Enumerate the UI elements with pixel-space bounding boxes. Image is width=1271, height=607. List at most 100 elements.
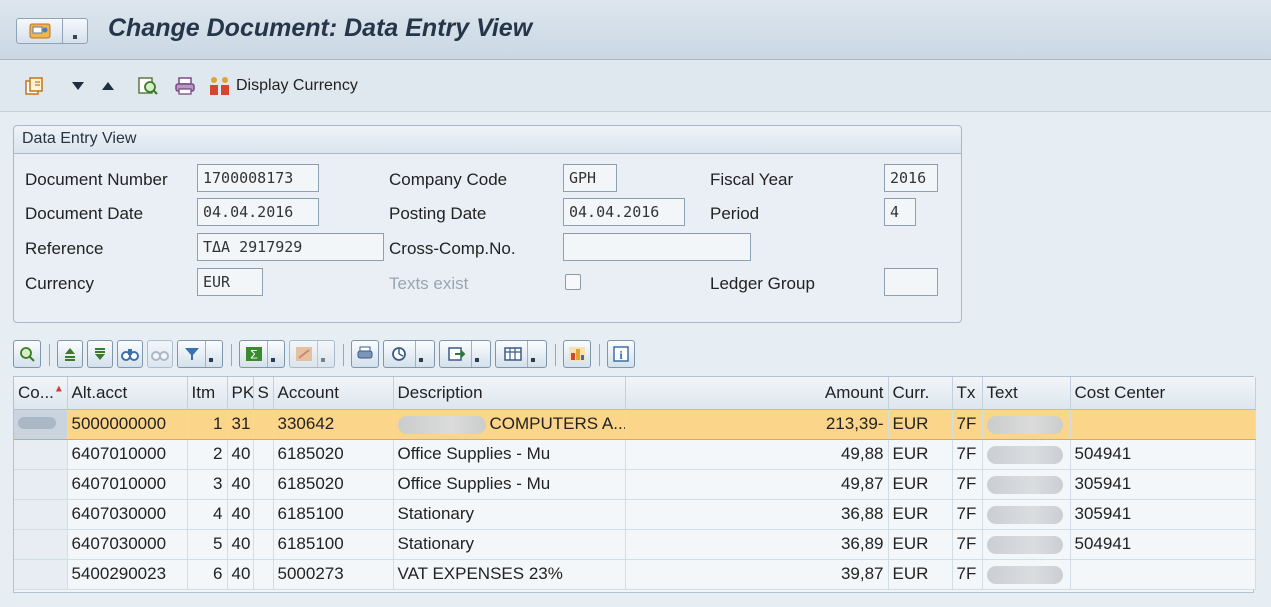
row-selector[interactable] — [14, 439, 68, 470]
system-menu-button[interactable] — [16, 18, 88, 44]
cell-tax: 7F — [952, 499, 983, 530]
reference-field[interactable]: ΤΔΑ 2917929 — [197, 233, 384, 261]
details-button[interactable] — [13, 340, 41, 368]
column-header-amount[interactable]: Amount — [625, 377, 889, 410]
cell-description: Office Supplies - Mu — [393, 469, 626, 500]
table-row[interactable]: 6407010000 3 40 6185020 Office Supplies … — [14, 469, 1256, 500]
display-currency-button[interactable]: Display Currency — [236, 77, 358, 95]
redacted-text — [986, 535, 1063, 554]
row-selector[interactable] — [14, 499, 68, 530]
company-code-field[interactable]: GPH — [563, 164, 617, 192]
table-row[interactable]: 5400290023 6 40 5000273 VAT EXPENSES 23%… — [14, 559, 1256, 590]
cell-pk: 40 — [227, 529, 254, 560]
redacted-text — [986, 505, 1063, 524]
row-selector[interactable] — [14, 469, 68, 500]
cell-cost-center — [1070, 409, 1256, 440]
export-button[interactable] — [439, 340, 491, 368]
sort-ascending-button[interactable] — [57, 340, 83, 368]
table-row[interactable]: 5000000000 1 31 330642 COMPUTERS A... 21… — [14, 409, 1256, 440]
toolbar-separator — [343, 344, 344, 366]
column-header-s[interactable]: S — [253, 377, 274, 410]
views-button[interactable] — [383, 340, 435, 368]
information-button[interactable]: i — [607, 340, 635, 368]
column-header-item[interactable]: Itm — [187, 377, 228, 410]
cell-item: 3 — [187, 469, 228, 500]
column-header-company-code[interactable]: Co...▲ — [14, 377, 68, 410]
column-header-currency[interactable]: Curr. — [888, 377, 953, 410]
toolbar-separator — [49, 344, 50, 366]
period-label: Period — [710, 204, 760, 223]
page-title: Change Document: Data Entry View — [108, 14, 533, 42]
cell-account: 6185100 — [273, 499, 394, 530]
line-items-table: Co...▲ Alt.acct Itm PK S Account Descrip… — [14, 377, 1256, 590]
currency-field[interactable]: EUR — [197, 268, 263, 296]
redacted-text — [397, 415, 486, 434]
cell-cost-center: 305941 — [1070, 469, 1256, 500]
table-row[interactable]: 6407010000 2 40 6185020 Office Supplies … — [14, 439, 1256, 470]
document-date-field[interactable]: 04.04.2016 — [197, 198, 319, 226]
print-icon[interactable] — [173, 74, 197, 98]
next-document-icon[interactable] — [66, 74, 90, 98]
graphic-button[interactable] — [563, 340, 591, 368]
column-header-account[interactable]: Account — [273, 377, 394, 410]
cell-description: Stationary — [393, 499, 626, 530]
cell-text — [982, 439, 1071, 470]
row-selector[interactable] — [14, 529, 68, 560]
find-next-button[interactable] — [147, 340, 173, 368]
layout-button[interactable] — [495, 340, 547, 368]
period-field[interactable]: 4 — [884, 198, 916, 226]
binoculars-next-icon — [151, 351, 169, 361]
cell-account: 6185020 — [273, 469, 394, 500]
ledger-group-field[interactable] — [884, 268, 938, 296]
cell-alt-acct: 6407010000 — [67, 439, 188, 470]
cell-s — [253, 409, 274, 440]
column-header-tax[interactable]: Tx — [952, 377, 983, 410]
posting-date-field[interactable]: 04.04.2016 — [563, 198, 685, 226]
display-currency-icon[interactable] — [208, 74, 232, 98]
row-selector[interactable] — [14, 559, 68, 590]
cell-amount: 49,87 — [625, 469, 889, 500]
table-row[interactable]: 6407030000 5 40 6185100 Stationary 36,89… — [14, 529, 1256, 560]
texts-exist-checkbox[interactable] — [565, 274, 581, 290]
application-toolbar: Display Currency — [0, 60, 1271, 112]
sort-indicator-icon: ▲ — [53, 383, 64, 395]
cell-item: 6 — [187, 559, 228, 590]
cell-cost-center: 504941 — [1070, 529, 1256, 560]
dropdown-caret-icon — [317, 341, 329, 367]
column-header-text[interactable]: Text — [982, 377, 1071, 410]
print-preview-button[interactable] — [351, 340, 379, 368]
column-header-alt-acct[interactable]: Alt.acct — [67, 377, 188, 410]
document-number-field[interactable]: 1700008173 — [197, 164, 319, 192]
filter-button[interactable] — [177, 340, 223, 368]
cross-comp-label: Cross-Comp.No. — [389, 239, 516, 258]
fiscal-year-field[interactable]: 2016 — [884, 164, 938, 192]
cell-cost-center — [1070, 559, 1256, 590]
redacted-text — [986, 475, 1063, 494]
column-header-cost-center[interactable]: Cost Center — [1070, 377, 1256, 410]
display-change-icon[interactable] — [22, 74, 46, 98]
cell-item: 2 — [187, 439, 228, 470]
find-button[interactable] — [117, 340, 143, 368]
cell-description-text: COMPUTERS A... — [489, 414, 625, 433]
column-header-pk[interactable]: PK — [227, 377, 254, 410]
subtotal-button[interactable] — [289, 340, 335, 368]
sort-descending-button[interactable] — [87, 340, 113, 368]
line-items-grid: Co...▲ Alt.acct Itm PK S Account Descrip… — [13, 376, 1256, 593]
export-icon — [448, 347, 466, 361]
total-button[interactable]: Σ — [239, 340, 285, 368]
table-row[interactable]: 6407030000 4 40 6185100 Stationary 36,88… — [14, 499, 1256, 530]
cell-currency: EUR — [888, 499, 953, 530]
data-entry-view-group: Data Entry View — [13, 125, 962, 323]
sort-ascending-icon — [65, 348, 75, 361]
overview-icon[interactable] — [136, 74, 160, 98]
details-icon — [20, 347, 35, 362]
row-selector[interactable] — [14, 409, 68, 440]
cell-currency: EUR — [888, 529, 953, 560]
cross-comp-field[interactable] — [563, 233, 751, 261]
cell-description: COMPUTERS A... — [393, 409, 626, 440]
previous-document-icon[interactable] — [96, 74, 120, 98]
ledger-group-label: Ledger Group — [710, 274, 815, 293]
toolbar-separator — [231, 344, 232, 366]
cell-text — [982, 559, 1071, 590]
column-header-description[interactable]: Description — [393, 377, 626, 410]
